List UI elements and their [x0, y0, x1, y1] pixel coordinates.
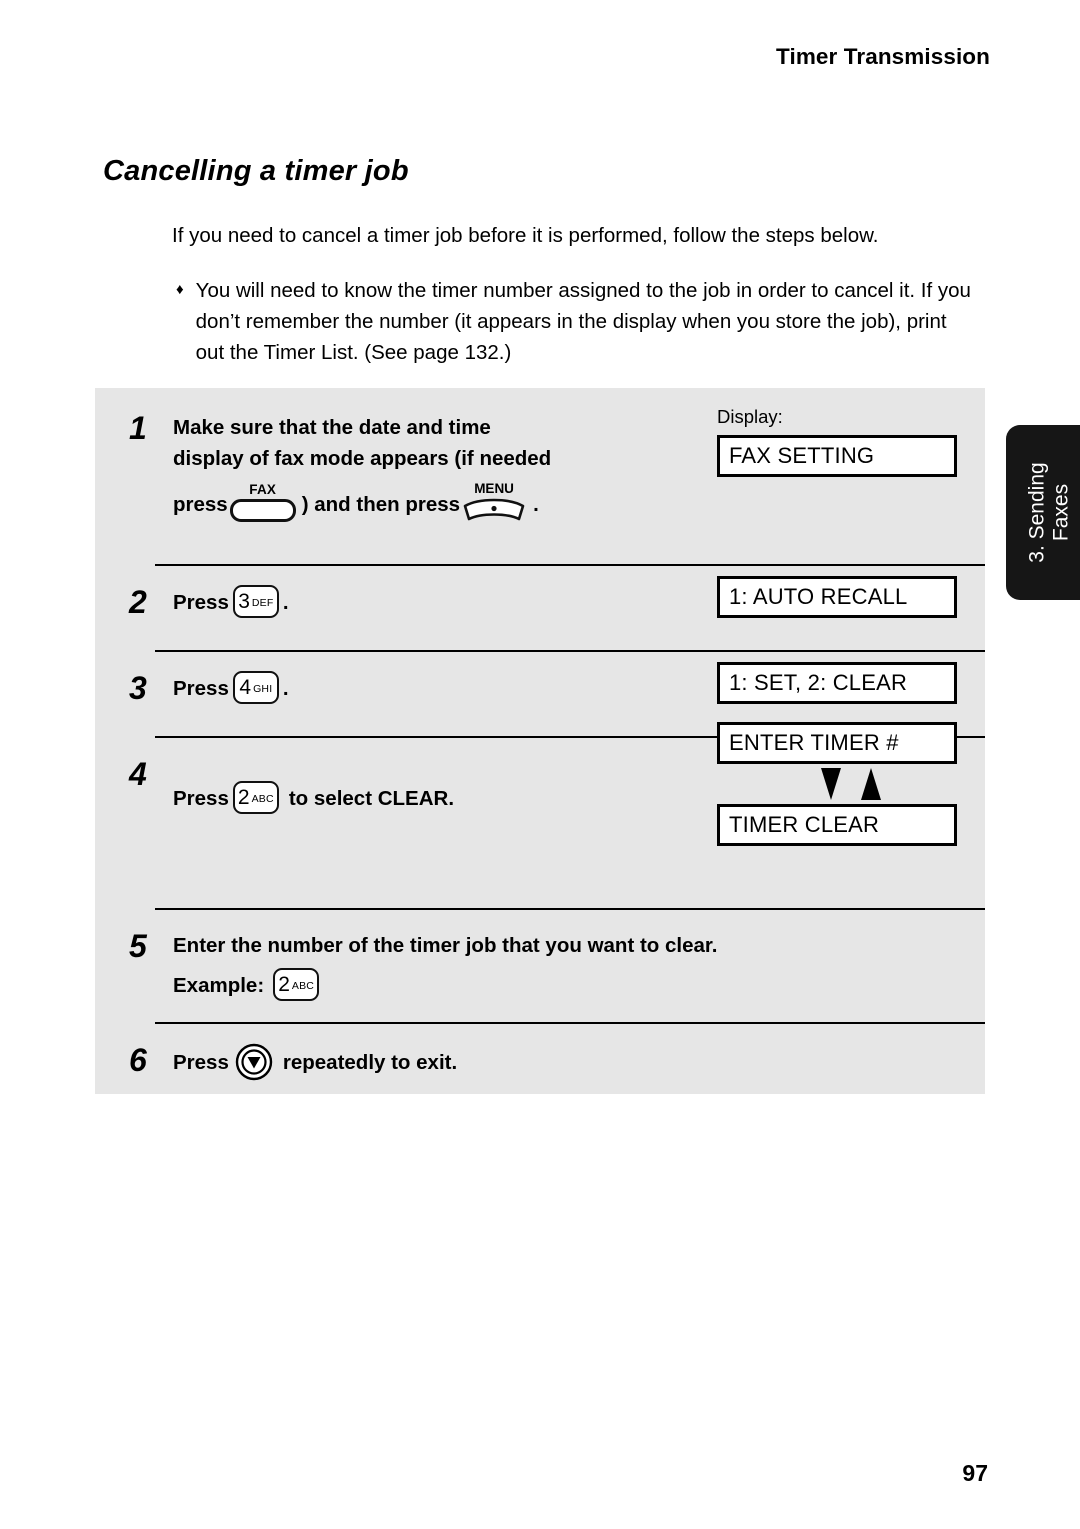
keypad-letters: ABC	[291, 980, 315, 993]
keypad-letters: DEF	[251, 597, 274, 610]
step-5-example: Example: 2 ABC	[173, 968, 985, 1002]
stop-key-shape	[235, 1043, 273, 1081]
step-6: 6 Press repeatedly to exit.	[95, 1022, 985, 1096]
press-label: Press	[173, 786, 229, 810]
lcd-display: 1: SET, 2: CLEAR	[717, 662, 957, 704]
display-toggle-arrows	[717, 764, 985, 804]
keypad-key-3[interactable]: 3 DEF	[232, 585, 279, 618]
menu-arc-shape	[463, 498, 525, 521]
fax-key-label: FAX	[249, 482, 277, 498]
intro-bullet-text: You will need to know the timer number a…	[195, 279, 971, 365]
running-header: Timer Transmission	[776, 44, 990, 69]
step-3-trailing: .	[282, 676, 289, 700]
keypad-digit: 2	[278, 973, 290, 997]
step-separator	[155, 908, 985, 910]
page-number: 97	[962, 1460, 988, 1486]
step-4-display-column: ENTER TIMER # TIMER CLEAR	[717, 722, 985, 846]
step-5: 5 Enter the number of the timer job that…	[95, 908, 985, 1022]
display-column-label: Display:	[717, 406, 783, 427]
step-2-display-column: 1: AUTO RECALL	[717, 576, 985, 618]
intro-bullet-note: ♦ You will need to know the timer number…	[176, 275, 976, 368]
chapter-index-tab-line-2: Faxes	[1049, 483, 1073, 542]
chapter-index-tab-text: 3. Sending Faxes	[1025, 462, 1072, 562]
intro-paragraph: If you need to cancel a timer job before…	[172, 224, 879, 247]
keypad-digit: 2	[237, 786, 250, 809]
menu-key-icon[interactable]: MENU	[463, 482, 525, 523]
step-6-instruction: Press repeatedly to exit.	[173, 1043, 985, 1082]
step-number: 4	[129, 756, 147, 792]
chapter-index-tab: 3. Sending Faxes	[1006, 425, 1080, 600]
fax-key-cap	[229, 498, 296, 522]
keypad-digit: 3	[238, 590, 250, 613]
manual-page: Timer Transmission Cancelling a timer jo…	[0, 0, 1080, 1529]
step-1-line-3: press FAX ) and then press MENU .	[173, 482, 985, 525]
step-3-display-column: 1: SET, 2: CLEAR	[717, 662, 985, 704]
keypad-key-4[interactable]: 4 GHI	[232, 671, 279, 704]
lcd-display: ENTER TIMER #	[717, 722, 957, 764]
keypad-key-2-example[interactable]: 2 ABC	[273, 968, 320, 1002]
lcd-display: FAX SETTING	[717, 435, 957, 478]
menu-key-label: MENU	[474, 481, 514, 497]
up-arrow-icon	[861, 768, 881, 800]
step-1-mid-text: ) and then press	[301, 492, 461, 516]
step-2: 2 Press 3 DEF . 1: AUTO RECALL	[95, 564, 985, 650]
diamond-bullet-icon: ♦	[176, 281, 184, 298]
step-number: 1	[129, 410, 147, 446]
step-6-trailing: repeatedly to exit.	[282, 1051, 458, 1075]
lcd-display-alternate: TIMER CLEAR	[717, 804, 957, 846]
keypad-key-2[interactable]: 2 ABC	[232, 781, 279, 814]
step-2-trailing: .	[282, 590, 289, 614]
step-4-trailing: to select CLEAR.	[288, 786, 455, 810]
example-label: Example:	[173, 974, 265, 998]
press-label: Press	[173, 676, 229, 700]
step-1-press-label: press	[173, 492, 228, 516]
step-number: 5	[129, 928, 147, 964]
down-arrow-icon	[821, 768, 841, 800]
step-separator	[155, 1022, 985, 1024]
lcd-display: 1: AUTO RECALL	[717, 576, 957, 618]
step-4: 4 Press 2 ABC to select CLEAR. ENTER TIM…	[95, 722, 985, 908]
step-separator	[155, 650, 985, 652]
step-separator	[155, 564, 985, 566]
step-1: 1 Make sure that the date and time displ…	[95, 388, 985, 564]
keypad-digit: 4	[239, 676, 252, 699]
step-5-line-1: Enter the number of the timer job that y…	[173, 934, 718, 957]
press-label: Press	[173, 1051, 229, 1075]
steps-panel: 1 Make sure that the date and time displ…	[95, 388, 985, 1094]
keypad-letters: ABC	[251, 793, 274, 806]
step-number: 6	[129, 1042, 147, 1078]
page-title: Cancelling a timer job	[103, 155, 409, 187]
step-1-end-text: .	[533, 492, 539, 516]
fax-key-icon[interactable]: FAX	[229, 482, 296, 522]
step-1-display-column: Display: FAX SETTING	[717, 406, 985, 478]
keypad-letters: GHI	[253, 683, 273, 696]
step-number: 2	[129, 584, 147, 620]
chapter-index-tab-line-1: 3. Sending	[1025, 462, 1049, 563]
press-label: Press	[173, 590, 229, 614]
stop-key-icon[interactable]	[235, 1043, 273, 1081]
step-number: 3	[129, 670, 147, 706]
